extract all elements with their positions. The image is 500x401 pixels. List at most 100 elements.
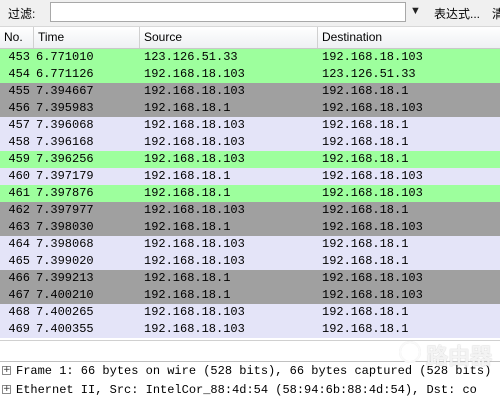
packet-source: 192.168.18.103 [144, 84, 245, 98]
packet-list: 453 6.771010 123.126.51.33 192.168.18.103 45… [0, 49, 500, 338]
packet-row[interactable]: 463 7.398030 192.168.18.1 192.168.18.103 [0, 219, 500, 236]
watermark-text: 路由器 [426, 345, 493, 370]
packet-time: 7.397977 [36, 203, 94, 217]
packet-no: 457 [8, 118, 30, 132]
packet-no: 466 [8, 271, 30, 285]
packet-time: 7.397876 [36, 186, 94, 200]
packet-no: 460 [8, 169, 30, 183]
packet-source: 192.168.18.1 [144, 186, 231, 200]
packet-row[interactable]: 466 7.399213 192.168.18.1 192.168.18.103 [0, 270, 500, 287]
filter-label: 过滤: [8, 7, 36, 21]
packet-row[interactable]: 456 7.395983 192.168.18.1 192.168.18.103 [0, 100, 500, 117]
clear-button[interactable]: 清 [492, 5, 500, 22]
packet-time: 7.400210 [36, 288, 94, 302]
packet-source: 192.168.18.103 [144, 118, 245, 132]
packet-no: 468 [8, 305, 30, 319]
packet-destination: 192.168.18.103 [322, 101, 423, 115]
packet-destination: 192.168.18.103 [322, 271, 423, 285]
packet-time: 7.399213 [36, 271, 94, 285]
detail-tree-item[interactable]: + Ethernet II, Src: IntelCor_88:4d:54 (58… [0, 381, 500, 400]
packet-details-pane: + Frame 1: 66 bytes on wire (528 bits), 6… [0, 361, 500, 401]
packet-row[interactable]: 459 7.396256 192.168.18.103 192.168.18.1 [0, 151, 500, 168]
packet-destination: 192.168.18.1 [322, 152, 409, 166]
packet-source: 192.168.18.103 [144, 254, 245, 268]
packet-row[interactable]: 462 7.397977 192.168.18.103 192.168.18.1 [0, 202, 500, 219]
packet-destination: 192.168.18.1 [322, 84, 409, 98]
column-header-source[interactable]: Source [140, 27, 318, 48]
packet-no: 462 [8, 203, 30, 217]
packet-no: 458 [8, 135, 30, 149]
packet-time: 6.771010 [36, 50, 94, 64]
packet-time: 7.398068 [36, 237, 94, 251]
packet-row[interactable]: 469 7.400355 192.168.18.103 192.168.18.1 [0, 321, 500, 338]
filter-toolbar: 过滤: ▼ 表达式... 清 [0, 0, 500, 27]
packet-source: 192.168.18.103 [144, 203, 245, 217]
packet-time: 7.397179 [36, 169, 94, 183]
packet-no: 464 [8, 237, 30, 251]
column-header-no[interactable]: No. [0, 27, 34, 48]
packet-row[interactable]: 458 7.396168 192.168.18.103 192.168.18.1 [0, 134, 500, 151]
packet-source: 192.168.18.103 [144, 305, 245, 319]
packet-row[interactable]: 455 7.394667 192.168.18.103 192.168.18.1 [0, 83, 500, 100]
packet-row[interactable]: 468 7.400265 192.168.18.103 192.168.18.1 [0, 304, 500, 321]
packet-list-header: No. Time Source Destination [0, 27, 500, 49]
packet-time: 7.399020 [36, 254, 94, 268]
packet-row[interactable]: 453 6.771010 123.126.51.33 192.168.18.103 [0, 49, 500, 66]
expand-icon[interactable]: + [2, 366, 11, 375]
column-header-time[interactable]: Time [34, 27, 140, 48]
packet-destination: 192.168.18.103 [322, 220, 423, 234]
packet-row[interactable]: 461 7.397876 192.168.18.1 192.168.18.103 [0, 185, 500, 202]
detail-text: Ethernet II, Src: IntelCor_88:4d:54 (58:… [16, 383, 477, 397]
packet-destination: 192.168.18.1 [322, 305, 409, 319]
packet-destination: 192.168.18.1 [322, 322, 409, 336]
packet-no: 456 [8, 101, 30, 115]
packet-source: 192.168.18.1 [144, 288, 231, 302]
packet-no: 463 [8, 220, 30, 234]
packet-destination: 192.168.18.1 [322, 203, 409, 217]
packet-row[interactable]: 467 7.400210 192.168.18.1 192.168.18.103 [0, 287, 500, 304]
packet-row[interactable]: 460 7.397179 192.168.18.1 192.168.18.103 [0, 168, 500, 185]
expand-icon[interactable]: + [2, 385, 11, 394]
filter-input[interactable] [50, 2, 406, 22]
packet-time: 7.394667 [36, 84, 94, 98]
packet-source: 192.168.18.1 [144, 271, 231, 285]
packet-time: 7.400265 [36, 305, 94, 319]
packet-source: 192.168.18.1 [144, 169, 231, 183]
packet-row[interactable]: 457 7.396068 192.168.18.103 192.168.18.1 [0, 117, 500, 134]
packet-time: 7.398030 [36, 220, 94, 234]
packet-time: 7.400355 [36, 322, 94, 336]
packet-time: 7.396068 [36, 118, 94, 132]
packet-source: 192.168.18.103 [144, 152, 245, 166]
packet-source: 192.168.18.103 [144, 135, 245, 149]
packet-destination: 192.168.18.1 [322, 135, 409, 149]
packet-destination: 192.168.18.103 [322, 50, 423, 64]
packet-destination: 123.126.51.33 [322, 67, 416, 81]
packet-row[interactable]: 465 7.399020 192.168.18.103 192.168.18.1 [0, 253, 500, 270]
packet-no: 459 [8, 152, 30, 166]
packet-time: 7.395983 [36, 101, 94, 115]
packet-no: 469 [8, 322, 30, 336]
packet-source: 192.168.18.103 [144, 322, 245, 336]
packet-row[interactable]: 464 7.398068 192.168.18.103 192.168.18.1 [0, 236, 500, 253]
packet-row[interactable]: 454 6.771126 192.168.18.103 123.126.51.33 [0, 66, 500, 83]
packet-no: 467 [8, 288, 30, 302]
filter-dropdown-icon[interactable]: ▼ [410, 5, 421, 17]
packet-source: 192.168.18.103 [144, 237, 245, 251]
packet-source: 123.126.51.33 [144, 50, 238, 64]
packet-no: 453 [8, 50, 30, 64]
packet-no: 454 [8, 67, 30, 81]
packet-time: 7.396168 [36, 135, 94, 149]
packet-no: 455 [8, 84, 30, 98]
packet-no: 461 [8, 186, 30, 200]
packet-time: 7.396256 [36, 152, 94, 166]
packet-source: 192.168.18.1 [144, 101, 231, 115]
column-header-destination[interactable]: Destination [318, 27, 500, 48]
packet-destination: 192.168.18.1 [322, 118, 409, 132]
packet-destination: 192.168.18.103 [322, 186, 423, 200]
packet-destination: 192.168.18.1 [322, 254, 409, 268]
packet-destination: 192.168.18.103 [322, 288, 423, 302]
packet-no: 465 [8, 254, 30, 268]
packet-source: 192.168.18.1 [144, 220, 231, 234]
expression-button[interactable]: 表达式... [434, 5, 480, 22]
packet-time: 6.771126 [36, 67, 94, 81]
